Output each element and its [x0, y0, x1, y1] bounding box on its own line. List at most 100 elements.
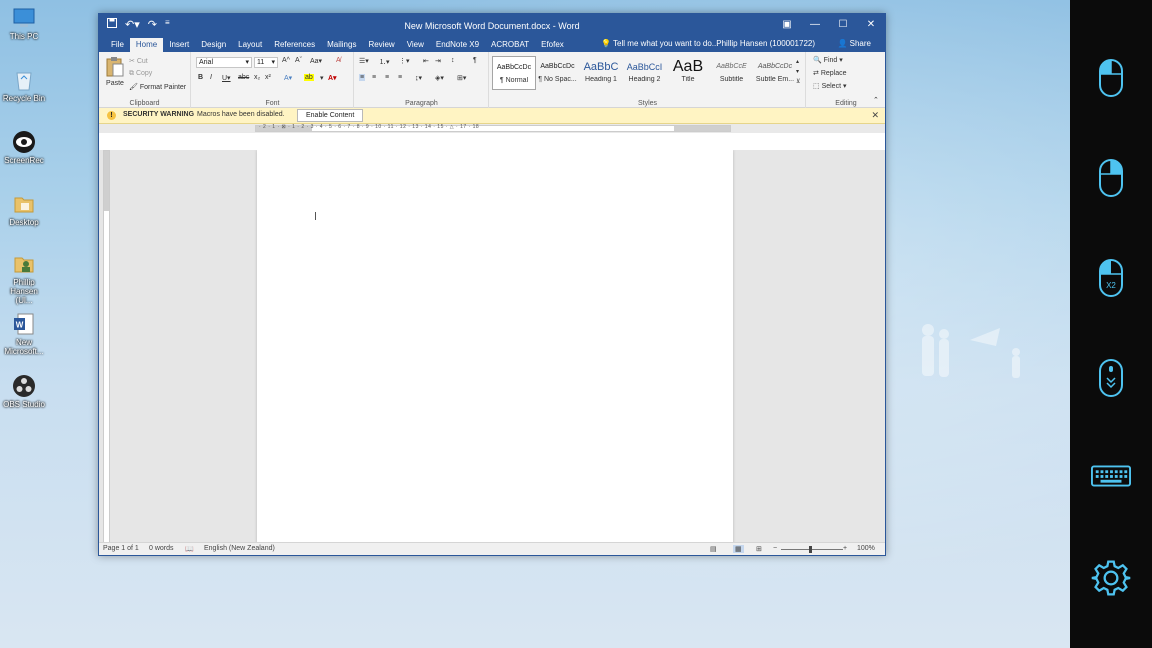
format-painter-button[interactable]: 🖌 Format Painter — [129, 83, 186, 91]
style-item[interactable]: AaBbCcDc Subtle Em... — [753, 56, 797, 90]
desktop-icon-recycle-bin[interactable]: Recycle Bin — [2, 68, 46, 103]
desktop-icon-user-folder[interactable]: Phillip Hansen (Ul... — [2, 252, 46, 305]
enable-content-button[interactable]: Enable Content — [297, 109, 364, 122]
mouse-scroll-icon[interactable] — [1091, 356, 1131, 400]
grow-font-icon[interactable]: A^ — [282, 57, 290, 64]
desktop-icon-word-doc[interactable]: W New Microsoft... — [2, 312, 46, 356]
style-item[interactable]: AaBbCcI Heading 2 — [623, 56, 667, 90]
highlight-icon[interactable]: ab — [304, 74, 314, 81]
proofing-icon[interactable]: 📖 — [185, 545, 194, 553]
settings-icon[interactable] — [1091, 556, 1131, 600]
change-case-icon[interactable]: Aa▾ — [310, 57, 322, 65]
italic-icon[interactable]: I — [210, 74, 212, 81]
show-formatting-marks-icon[interactable]: ¶ — [473, 57, 477, 64]
cut-button[interactable]: ✂ Cut — [129, 57, 148, 65]
zoom-slider-track[interactable] — [781, 549, 843, 550]
user-account[interactable]: Phillip Hansen (100001722) — [716, 39, 815, 48]
style-preview: AaBbCcI — [626, 62, 663, 72]
desktop-icon-this-pc[interactable]: This PC — [2, 6, 46, 41]
desktop-icon-label: ScreenRec — [4, 156, 44, 165]
select-button[interactable]: ⬚ Select ▾ — [813, 82, 847, 90]
mouse-left-click-icon[interactable] — [1091, 56, 1131, 100]
minimize-button[interactable]: — — [801, 14, 829, 36]
word-count[interactable]: 0 words — [149, 545, 174, 552]
tell-me-box[interactable]: 💡 Tell me what you want to do... — [601, 39, 718, 48]
web-layout-icon[interactable]: ⊞ — [756, 545, 762, 553]
style-item[interactable]: AaBbCcE Subtitle — [710, 56, 754, 90]
paste-button[interactable]: Paste — [105, 56, 125, 87]
font-color-icon[interactable]: A▾ — [328, 74, 337, 82]
vertical-ruler[interactable] — [103, 150, 110, 543]
underline-icon[interactable]: U▾ — [222, 74, 231, 82]
tab-efofex[interactable]: Efofex — [535, 38, 570, 52]
tab-mailings[interactable]: Mailings — [321, 38, 362, 52]
style-item[interactable]: AaB Title — [666, 56, 710, 90]
tab-review[interactable]: Review — [362, 38, 400, 52]
style-item[interactable]: AaBbCcDc ¶ No Spac... — [536, 56, 580, 90]
shading-icon[interactable]: ◈▾ — [435, 74, 444, 82]
document-area[interactable] — [99, 150, 885, 543]
shrink-font-icon[interactable]: Aˇ — [295, 57, 302, 64]
mouse-right-click-icon[interactable] — [1091, 156, 1131, 200]
find-button[interactable]: 🔍 Find ▾ — [813, 56, 843, 64]
borders-icon[interactable]: ⊞▾ — [457, 74, 466, 82]
highlight-dropdown-icon[interactable]: ▾ — [320, 74, 324, 82]
line-spacing-icon[interactable]: ↨▾ — [415, 74, 422, 82]
print-layout-icon[interactable]: ▦ — [733, 545, 744, 553]
tab-design[interactable]: Design — [195, 38, 232, 52]
tab-acrobat[interactable]: ACROBAT — [485, 38, 535, 52]
strikethrough-icon[interactable]: abc — [238, 74, 249, 81]
keyboard-icon[interactable] — [1091, 454, 1131, 498]
desktop-icon-screenrec[interactable]: ScreenRec — [2, 130, 46, 165]
zoom-in-icon[interactable]: + — [843, 545, 847, 552]
sort-icon[interactable]: ↕ — [451, 57, 455, 64]
style-item[interactable]: AaBbC Heading 1 — [579, 56, 623, 90]
align-center-icon[interactable]: ≡ — [372, 74, 376, 81]
superscript-icon[interactable]: x² — [265, 74, 271, 81]
tab-layout[interactable]: Layout — [232, 38, 268, 52]
tab-insert[interactable]: Insert — [163, 38, 195, 52]
style-item[interactable]: AaBbCcDc ¶ Normal — [492, 56, 536, 90]
maximize-button[interactable]: ☐ — [829, 14, 857, 36]
document-page[interactable] — [257, 150, 733, 543]
zoom-slider-thumb[interactable] — [809, 546, 812, 553]
close-button[interactable]: ✕ — [857, 14, 885, 36]
zoom-out-icon[interactable]: − — [773, 545, 777, 552]
numbering-icon[interactable]: ⒈▾ — [379, 57, 390, 67]
copy-button[interactable]: ⧉ Copy — [129, 70, 152, 78]
horizontal-ruler[interactable]: · 2 · 1 · ⊠ · 1 · 2 · 3 · 4 · 5 · 6 · 7 … — [99, 124, 885, 133]
ribbon-display-options-icon[interactable]: ▣ — [773, 14, 801, 36]
font-group: Arial ▾ 11 ▾ A^ Aˇ Aa▾ A̸ B I U▾ abc x₂ x²… — [192, 52, 354, 108]
justify-icon[interactable]: ≡ — [398, 74, 402, 81]
align-right-icon[interactable]: ≡ — [385, 74, 389, 81]
close-icon[interactable]: ✕ — [871, 110, 879, 121]
bold-icon[interactable]: B — [198, 74, 203, 81]
mouse-double-click-icon[interactable]: X2 — [1091, 256, 1131, 300]
tab-file[interactable]: File — [105, 38, 130, 52]
language-indicator[interactable]: English (New Zealand) — [204, 545, 275, 552]
page-count[interactable]: Page 1 of 1 — [103, 545, 139, 552]
subscript-icon[interactable]: x₂ — [254, 74, 260, 81]
text-effects-icon[interactable]: A▾ — [284, 74, 292, 82]
desktop-icon-desktop-folder[interactable]: Desktop — [2, 192, 46, 227]
title-bar[interactable]: ↶▾ ↷ ≡ New Microsoft Word Document.docx … — [99, 14, 885, 38]
desktop-icon-obs-studio[interactable]: OBS Studio — [2, 374, 46, 409]
tab-view[interactable]: View — [401, 38, 430, 52]
bullets-icon[interactable]: ☰▾ — [359, 57, 369, 65]
read-mode-icon[interactable]: ▤ — [710, 545, 717, 553]
tab-home[interactable]: Home — [129, 38, 164, 52]
font-size-combo[interactable]: 11 ▾ — [254, 57, 278, 68]
collapse-ribbon-icon[interactable]: ⌃ — [873, 96, 879, 104]
replace-button[interactable]: ⇄ Replace — [813, 69, 847, 77]
zoom-level[interactable]: 100% — [857, 545, 875, 552]
tab-references[interactable]: References — [268, 38, 321, 52]
word-document-icon: W — [12, 312, 36, 336]
tab-endnote-x9[interactable]: EndNote X9 — [430, 38, 485, 52]
font-name-combo[interactable]: Arial ▾ — [196, 57, 252, 68]
increase-indent-icon[interactable]: ⇥ — [435, 57, 441, 65]
decrease-indent-icon[interactable]: ⇤ — [423, 57, 429, 65]
multilevel-list-icon[interactable]: ⋮▾ — [399, 57, 410, 65]
clear-formatting-icon[interactable]: A̸ — [336, 57, 341, 64]
share-button[interactable]: 👤 Share — [837, 39, 871, 48]
align-left-icon[interactable]: ≡ — [359, 74, 366, 81]
